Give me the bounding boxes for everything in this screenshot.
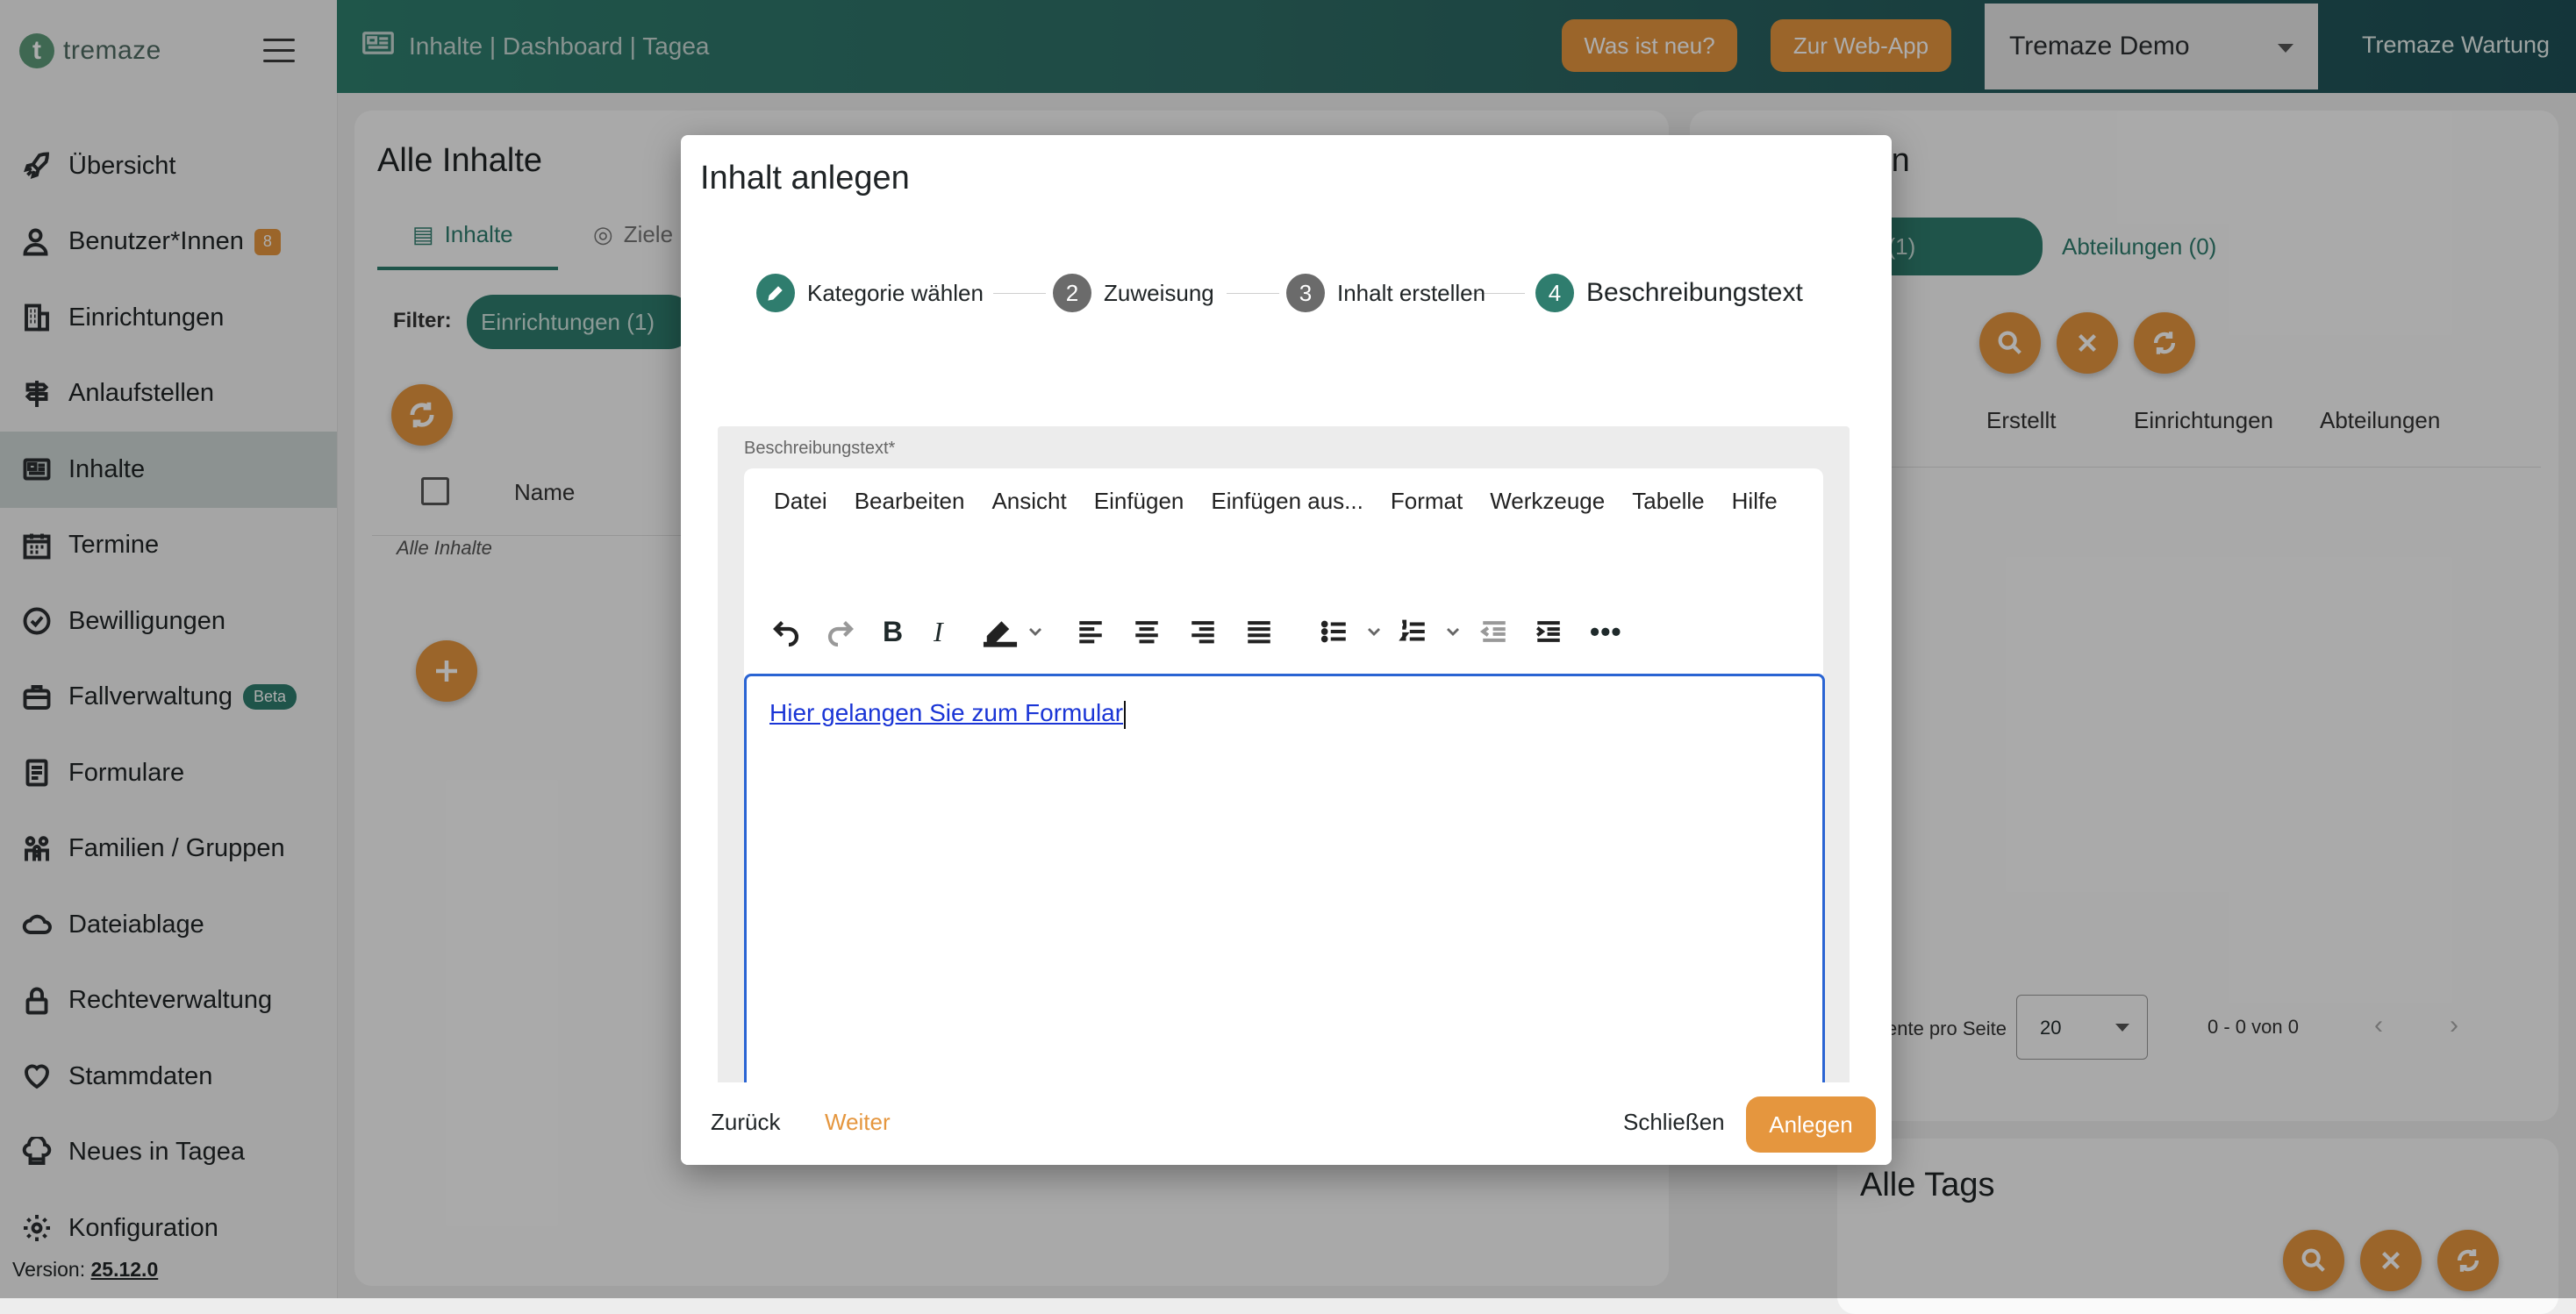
back-button[interactable]: Zurück — [711, 1109, 780, 1136]
italic-icon[interactable]: I — [934, 612, 943, 651]
menu-format[interactable]: Format — [1391, 488, 1463, 515]
step-number: 2 — [1053, 274, 1091, 312]
create-content-dialog: Inhalt anlegen Kategorie wählen 2 Zuweis… — [681, 135, 1892, 1165]
step-label: Inhalt erstellen — [1337, 279, 1486, 306]
menu-edit[interactable]: Bearbeiten — [855, 488, 965, 515]
menu-help[interactable]: Hilfe — [1732, 488, 1778, 515]
bullet-list-icon[interactable] — [1320, 612, 1349, 651]
menu-insert-from[interactable]: Einfügen aus... — [1211, 488, 1363, 515]
field-label: Beschreibungstext* — [744, 439, 896, 458]
pencil-icon — [756, 274, 795, 312]
highlight-icon[interactable] — [981, 612, 1020, 651]
align-right-icon[interactable] — [1188, 612, 1218, 651]
dialog-footer: Zurück Weiter Schließen Anlegen — [681, 1082, 1892, 1165]
step-label: Zuweisung — [1104, 279, 1214, 306]
create-button[interactable]: Anlegen — [1746, 1096, 1876, 1153]
align-justify-icon[interactable] — [1244, 612, 1274, 651]
menu-file[interactable]: Datei — [774, 488, 827, 515]
redo-icon[interactable] — [825, 612, 856, 651]
menu-tools[interactable]: Werkzeuge — [1490, 488, 1605, 515]
bold-icon[interactable]: B — [883, 612, 903, 651]
editor-toolbar: B I ••• — [770, 612, 1788, 651]
editor-menubar: Datei Bearbeiten Ansicht Einfügen Einfüg… — [774, 488, 1809, 515]
description-field: Beschreibungstext* Datei Bearbeiten Ansi… — [718, 426, 1850, 1165]
close-button[interactable]: Schließen — [1623, 1109, 1725, 1136]
indent-icon[interactable] — [1534, 612, 1563, 651]
numbered-list-icon[interactable] — [1399, 612, 1428, 651]
more-icon[interactable]: ••• — [1590, 612, 1622, 651]
stepper: Kategorie wählen 2 Zuweisung 3 Inhalt er… — [756, 274, 1818, 318]
menu-table[interactable]: Tabelle — [1632, 488, 1704, 515]
step-connector — [1227, 293, 1279, 294]
step-number: 4 — [1535, 274, 1574, 312]
text-cursor — [1124, 700, 1127, 729]
step-category[interactable]: Kategorie wählen — [756, 274, 984, 312]
rich-text-editor: Datei Bearbeiten Ansicht Einfügen Einfüg… — [744, 468, 1825, 1165]
outdent-icon[interactable] — [1479, 612, 1509, 651]
chevron-down-icon[interactable] — [1363, 612, 1385, 651]
menu-view[interactable]: Ansicht — [991, 488, 1066, 515]
step-connector — [993, 293, 1046, 294]
menu-insert[interactable]: Einfügen — [1094, 488, 1184, 515]
content-link[interactable]: Hier gelangen Sie zum Formular — [769, 699, 1127, 729]
chevron-down-icon[interactable] — [1442, 612, 1463, 651]
next-button[interactable]: Weiter — [825, 1109, 891, 1136]
chevron-down-icon[interactable] — [1025, 612, 1046, 651]
step-label: Beschreibungstext — [1586, 278, 1803, 307]
step-description[interactable]: 4 Beschreibungstext — [1535, 274, 1803, 312]
dialog-title: Inhalt anlegen — [700, 160, 910, 196]
align-center-icon[interactable] — [1132, 612, 1162, 651]
content-link-text: Hier gelangen Sie zum Formular — [769, 699, 1124, 726]
undo-icon[interactable] — [770, 612, 802, 651]
step-number: 3 — [1286, 274, 1325, 312]
step-label: Kategorie wählen — [807, 279, 984, 306]
step-create-content[interactable]: 3 Inhalt erstellen — [1286, 274, 1485, 312]
step-assignment[interactable]: 2 Zuweisung — [1053, 274, 1214, 312]
align-left-icon[interactable] — [1076, 612, 1106, 651]
